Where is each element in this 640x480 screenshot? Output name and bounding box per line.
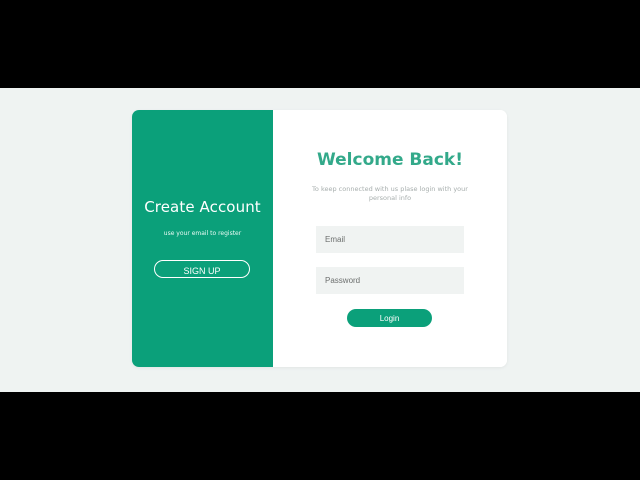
login-panel: Welcome Back! To keep connected with us … xyxy=(273,110,507,367)
create-account-title: Create Account xyxy=(144,198,261,216)
letterbox-top xyxy=(0,0,640,88)
login-button[interactable]: Login xyxy=(347,309,432,327)
signup-panel: Create Account use your email to registe… xyxy=(132,110,273,367)
welcome-title: Welcome Back! xyxy=(317,150,463,170)
sign-up-button[interactable]: SIGN UP xyxy=(154,260,250,278)
email-field[interactable] xyxy=(316,226,464,253)
register-subtitle: use your email to register xyxy=(163,230,242,237)
password-field[interactable] xyxy=(316,267,464,294)
letterbox-bottom xyxy=(0,392,640,480)
login-subtitle: To keep connected with us plase login wi… xyxy=(312,185,468,202)
page-background: Create Account use your email to registe… xyxy=(0,88,640,392)
auth-card: Create Account use your email to registe… xyxy=(132,110,507,367)
